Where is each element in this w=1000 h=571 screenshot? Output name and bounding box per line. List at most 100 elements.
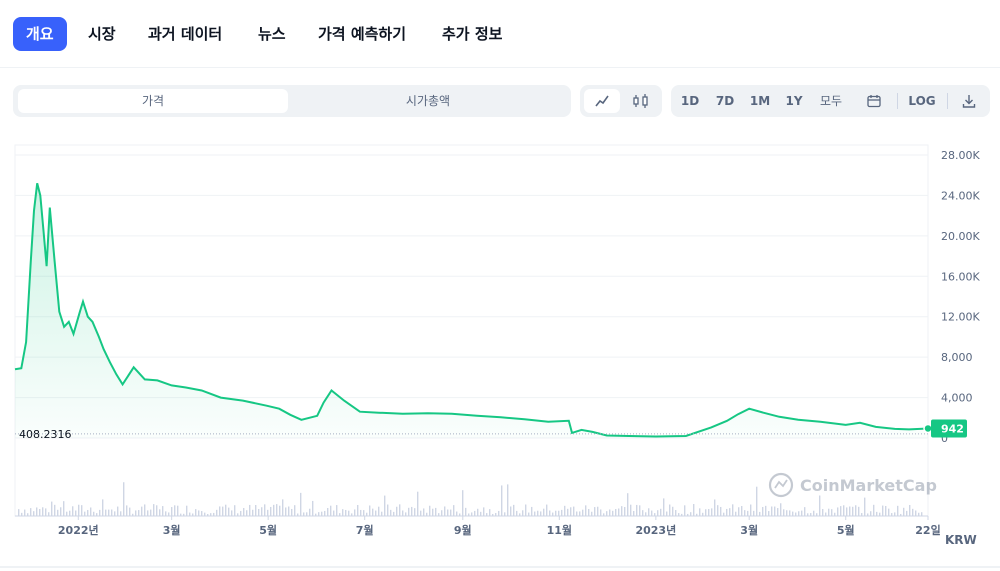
volume-bar bbox=[204, 512, 206, 516]
volume-bar bbox=[486, 513, 488, 516]
volume-bar bbox=[279, 505, 281, 516]
volume-bar bbox=[840, 506, 842, 516]
volume-bar bbox=[153, 504, 155, 516]
volume-bar bbox=[663, 498, 665, 516]
log-toggle[interactable]: LOG bbox=[905, 89, 939, 113]
volume-bar bbox=[81, 505, 83, 516]
tab-historical-data[interactable]: 과거 데이터 bbox=[148, 17, 222, 51]
volume-bar bbox=[864, 497, 866, 516]
volume-bar bbox=[90, 507, 92, 516]
volume-bar bbox=[507, 484, 509, 516]
volume-bar bbox=[705, 509, 707, 516]
candlestick-icon[interactable] bbox=[624, 89, 658, 113]
volume-bar bbox=[555, 510, 557, 516]
volume-bar bbox=[762, 506, 764, 516]
volume-bar bbox=[228, 507, 230, 516]
volume-bar bbox=[219, 506, 221, 516]
volume-bar bbox=[918, 512, 920, 516]
volume-bar bbox=[441, 510, 443, 516]
watermark: CoinMarketCap bbox=[768, 472, 937, 498]
volume-bar bbox=[342, 509, 344, 516]
volume-bar bbox=[93, 511, 95, 516]
volume-bar bbox=[891, 513, 893, 516]
volume-bar bbox=[267, 509, 269, 516]
calendar-icon[interactable] bbox=[861, 89, 887, 113]
volume-bar bbox=[744, 510, 746, 516]
volume-bar bbox=[615, 509, 617, 516]
volume-bar bbox=[900, 513, 902, 516]
volume-bar bbox=[795, 512, 797, 516]
range-7d[interactable]: 7D bbox=[711, 89, 739, 113]
volume-bar bbox=[231, 510, 233, 516]
volume-bar bbox=[393, 511, 395, 516]
volume-bar bbox=[597, 506, 599, 516]
volume-bar bbox=[642, 510, 644, 516]
tab-price-prediction[interactable]: 가격 예측하기 bbox=[318, 17, 406, 51]
volume-bar bbox=[249, 504, 251, 516]
bottom-divider bbox=[0, 566, 1000, 568]
volume-bar bbox=[261, 507, 263, 516]
volume-bar bbox=[777, 508, 779, 516]
range-1m[interactable]: 1M bbox=[747, 89, 773, 113]
volume-bar bbox=[906, 510, 908, 516]
volume-bar bbox=[474, 510, 476, 516]
volume-bar bbox=[522, 510, 524, 516]
volume-bar bbox=[357, 504, 359, 516]
volume-bar bbox=[696, 513, 698, 516]
volume-bar bbox=[378, 506, 380, 516]
volume-bar bbox=[849, 506, 851, 516]
volume-bar bbox=[135, 510, 137, 516]
volume-bar bbox=[852, 506, 854, 516]
price-marketcap-toggle: 가격 시가총액 bbox=[13, 85, 571, 117]
volume-bar bbox=[633, 510, 635, 516]
volume-bar bbox=[606, 511, 608, 516]
volume-bar bbox=[732, 504, 734, 516]
y-tick-label: 4,000 bbox=[941, 392, 973, 405]
price-chart[interactable]: 28.00K 24.00K 20.00K 16.00K 12.00K 8,000 4,000… bbox=[0, 130, 1000, 555]
volume-bar bbox=[351, 513, 353, 516]
volume-bar bbox=[99, 509, 101, 516]
volume-bar bbox=[105, 509, 107, 516]
range-1y[interactable]: 1Y bbox=[781, 89, 807, 113]
volume-bar bbox=[177, 505, 179, 516]
volume-bar bbox=[846, 507, 848, 516]
volume-bar bbox=[360, 509, 362, 516]
volume-bar bbox=[618, 508, 620, 516]
download-icon[interactable] bbox=[957, 89, 981, 113]
volume-bar bbox=[531, 506, 533, 516]
tab-more-info[interactable]: 추가 정보 bbox=[442, 17, 502, 51]
volume-bar bbox=[432, 508, 434, 516]
volume-bar bbox=[789, 510, 791, 516]
volume-bar bbox=[558, 510, 560, 516]
volume-bar bbox=[309, 508, 311, 516]
volume-bar bbox=[654, 513, 656, 516]
volume-bar bbox=[780, 503, 782, 516]
volume-bar bbox=[816, 513, 818, 516]
volume-bar bbox=[423, 508, 425, 516]
volume-bar bbox=[210, 513, 212, 516]
volume-bar bbox=[162, 506, 164, 516]
volume-bar bbox=[216, 509, 218, 516]
volume-bar bbox=[534, 511, 536, 516]
volume-bar bbox=[291, 508, 293, 516]
tab-news[interactable]: 뉴스 bbox=[258, 17, 286, 51]
volume-bar bbox=[495, 513, 497, 516]
volume-bar bbox=[786, 510, 788, 516]
line-chart-icon[interactable] bbox=[584, 89, 620, 113]
volume-bar bbox=[573, 506, 575, 516]
volume-bar bbox=[132, 513, 134, 516]
volume-bar bbox=[549, 510, 551, 516]
volume-bar bbox=[387, 504, 389, 516]
volume-bar bbox=[30, 508, 32, 516]
volume-bar bbox=[498, 510, 500, 516]
volume-bar bbox=[426, 512, 428, 516]
volume-bar bbox=[867, 513, 869, 516]
range-1d[interactable]: 1D bbox=[677, 89, 703, 113]
toggle-market-cap[interactable]: 시가총액 bbox=[293, 89, 563, 113]
toolbar-divider bbox=[897, 93, 898, 109]
volume-bar bbox=[237, 513, 239, 516]
toggle-price[interactable]: 가격 bbox=[18, 89, 288, 113]
tab-market[interactable]: 시장 bbox=[88, 17, 116, 51]
range-all[interactable]: 모두 bbox=[815, 89, 847, 113]
tab-overview[interactable]: 개요 bbox=[13, 17, 67, 51]
